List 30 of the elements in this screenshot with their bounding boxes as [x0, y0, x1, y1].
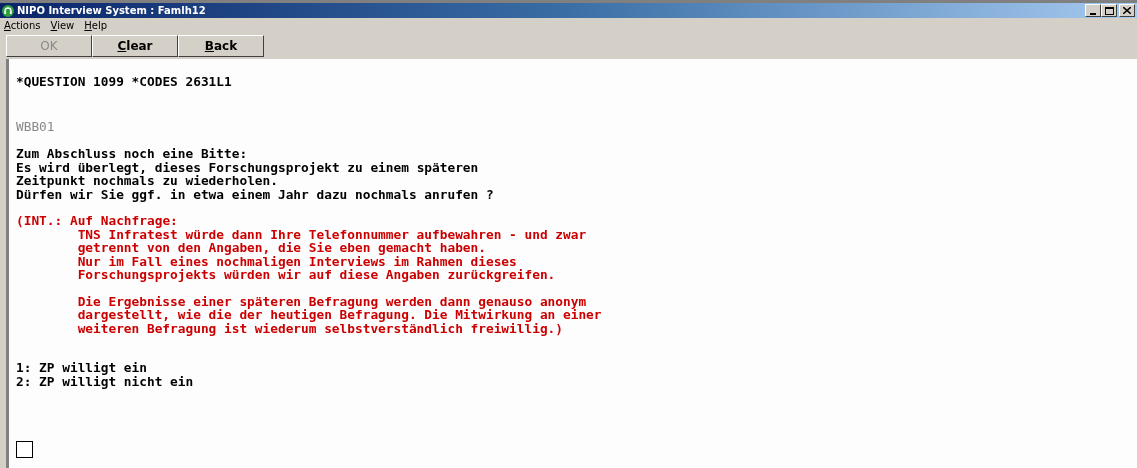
- interviewer-note: Nur im Fall eines nochmaligen Interviews im Rahmen dieses: [76, 254, 517, 268]
- maximize-icon: [1104, 6, 1114, 15]
- headset-icon: [2, 4, 14, 17]
- question-text: Es wird überlegt, dieses Forschungsprojekt zu einem späteren: [16, 160, 479, 174]
- answer-option: 1: ZP willigt ein: [16, 361, 147, 375]
- interviewer-note: weiteren Befragung ist wiederum selbstverständlich freiwillig.): [76, 321, 563, 335]
- menu-item[interactable]: View: [50, 20, 75, 31]
- question-header: *QUESTION 1099 *CODES 2631L1: [16, 75, 232, 89]
- menu-item[interactable]: Help: [84, 20, 108, 31]
- interviewer-note: (INT.: Auf Nachfrage:: [16, 214, 178, 228]
- interviewer-note: TNS Infratest würde dann Ihre Telefonnummer aufbewahren - und zwar: [76, 227, 587, 241]
- question-text: Zum Abschluss noch eine Bitte:: [16, 147, 248, 161]
- interviewer-note: getrennt von den Angaben, die Sie eben gemacht haben.: [76, 241, 486, 255]
- answer-field[interactable]: [16, 441, 33, 458]
- window-title: NIPO Interview System : Famlh12: [17, 5, 207, 16]
- close-icon: [1123, 7, 1131, 14]
- interviewer-note: dargestellt, wie die der heutigen Befragung. Die Mitwirkung an einer: [76, 308, 602, 322]
- interviewer-note: Die Ergebnisse einer späteren Befragung werden dann genauso anonym: [76, 294, 587, 308]
- question-code: WBB01: [16, 119, 55, 133]
- minimize-icon: [1090, 12, 1096, 15]
- answer-option: 2: ZP willigt nicht ein: [16, 374, 194, 388]
- menu-item[interactable]: Actions: [4, 20, 41, 31]
- question-text: Dürfen wir Sie ggf. in etwa einem Jahr dazu nochmals anrufen ?: [16, 187, 494, 201]
- maximize-button[interactable]: [1101, 4, 1117, 17]
- toolbar-button[interactable]: Clear: [92, 35, 178, 57]
- minimize-button[interactable]: [1085, 4, 1101, 17]
- interviewer-note: Forschungsprojekts würden wir auf diese Angaben zurückgreifen.: [76, 268, 556, 282]
- toolbar-button[interactable]: Back: [178, 35, 264, 57]
- question-text: Zeitpunkt nochmals zu wiederholen.: [16, 174, 278, 188]
- close-button[interactable]: [1119, 4, 1135, 17]
